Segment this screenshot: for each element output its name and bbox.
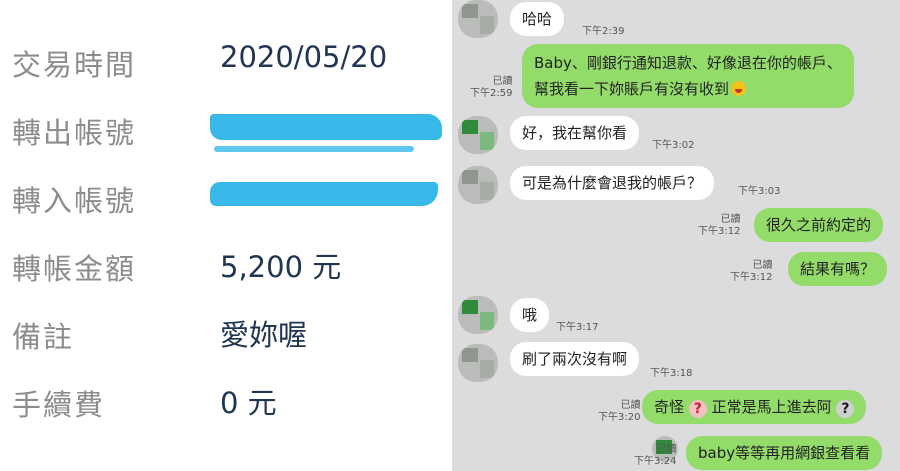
read-receipt: 已讀 下午3:20 [598, 400, 640, 424]
outgoing-message[interactable]: 結果有嗎？ [788, 252, 888, 286]
message-line: Baby、剛銀行通知退款、好像退在你的帳戶、 [534, 54, 842, 72]
transaction-time-label: 交易時間 [12, 48, 137, 82]
fee-label: 手續費 [12, 388, 106, 422]
message-time: 下午2:39 [582, 26, 625, 37]
message-line-2: 幫我看一下妳賬戶有沒有收到 [534, 76, 842, 102]
laughing-emoji-icon [731, 81, 747, 96]
row-from-account: 轉出帳號 [0, 104, 452, 164]
incoming-message[interactable]: 哈哈 [510, 2, 565, 36]
outgoing-message[interactable]: 奇怪 ? 正常是馬上進去阿 ? [642, 390, 867, 424]
read-label: 已讀 [752, 260, 773, 271]
contact-avatar[interactable] [458, 0, 498, 38]
contact-avatar[interactable] [458, 116, 498, 154]
row-to-account: 轉入帳號 [0, 172, 452, 232]
message-time: 下午3:03 [738, 186, 781, 197]
message-time: 下午2:59 [470, 88, 513, 99]
message-time: 下午3:02 [652, 140, 695, 151]
message-time: 下午3:12 [730, 272, 773, 283]
note-value: 愛妳喔 [220, 318, 308, 352]
row-amount: 轉帳金額 5,200 元 [0, 240, 452, 300]
redaction-scribble [214, 146, 414, 152]
contact-avatar[interactable] [458, 166, 498, 204]
amount-value: 5,200 元 [220, 250, 342, 284]
message-line: 幫我看一下妳賬戶有沒有收到 [534, 80, 730, 98]
row-note: 備註 愛妳喔 [0, 308, 452, 368]
read-label: 已讀 [720, 214, 741, 225]
outgoing-message[interactable]: baby等等再用網銀查看看 [686, 436, 883, 470]
to-account-label: 轉入帳號 [12, 184, 137, 218]
row-fee: 手續費 0 元 [0, 376, 452, 436]
fee-value: 0 元 [220, 386, 277, 420]
outgoing-message[interactable]: Baby、剛銀行通知退款、好像退在你的帳戶、 幫我看一下妳賬戶有沒有收到 [522, 44, 854, 108]
read-receipt: 已讀 下午3:24 [634, 444, 676, 468]
message-time: 下午3:18 [650, 368, 693, 379]
incoming-message[interactable]: 可是為什麼會退我的帳戶？ [510, 166, 715, 200]
message-time: 下午3:24 [634, 456, 677, 467]
read-label: 已讀 [492, 76, 513, 87]
message-time: 下午3:20 [598, 412, 641, 423]
chat-panel[interactable]: 哈哈 下午2:39 已讀 下午2:59 Baby、剛銀行通知退款、好像退在你的帳… [452, 0, 900, 471]
outgoing-message[interactable]: 很久之前約定的 [754, 208, 884, 242]
note-label: 備註 [12, 320, 75, 354]
from-account-label: 轉出帳號 [12, 116, 137, 150]
contact-avatar[interactable] [458, 296, 498, 334]
question-mark-icon: ? [836, 400, 855, 418]
contact-avatar[interactable] [458, 344, 498, 382]
redaction-scribble [210, 114, 442, 140]
transfer-detail-panel: 交易時間 2020/05/20 轉出帳號 轉入帳號 轉帳金額 5,200 元 備… [0, 0, 452, 471]
read-receipt: 已讀 下午2:59 [470, 76, 512, 100]
message-time: 下午3:12 [698, 226, 741, 237]
message-text: 奇怪 [654, 398, 685, 416]
transaction-time-value: 2020/05/20 [220, 40, 388, 74]
incoming-message[interactable]: 好，我在幫你看 [510, 116, 640, 150]
read-label: 已讀 [620, 400, 641, 411]
message-time: 下午3:17 [556, 322, 599, 333]
incoming-message[interactable]: 刷了兩次沒有啊 [510, 342, 640, 376]
read-label: 已讀 [656, 444, 677, 455]
row-transaction-time: 交易時間 2020/05/20 [0, 36, 452, 96]
amount-label: 轉帳金額 [12, 252, 137, 286]
red-question-mark-icon: ? [688, 400, 707, 418]
message-text: 正常是馬上進去阿 [711, 398, 832, 416]
redaction-scribble [210, 182, 438, 206]
incoming-message[interactable]: 哦 [510, 298, 550, 332]
read-receipt: 已讀 下午3:12 [730, 260, 772, 284]
read-receipt: 已讀 下午3:12 [698, 214, 740, 238]
